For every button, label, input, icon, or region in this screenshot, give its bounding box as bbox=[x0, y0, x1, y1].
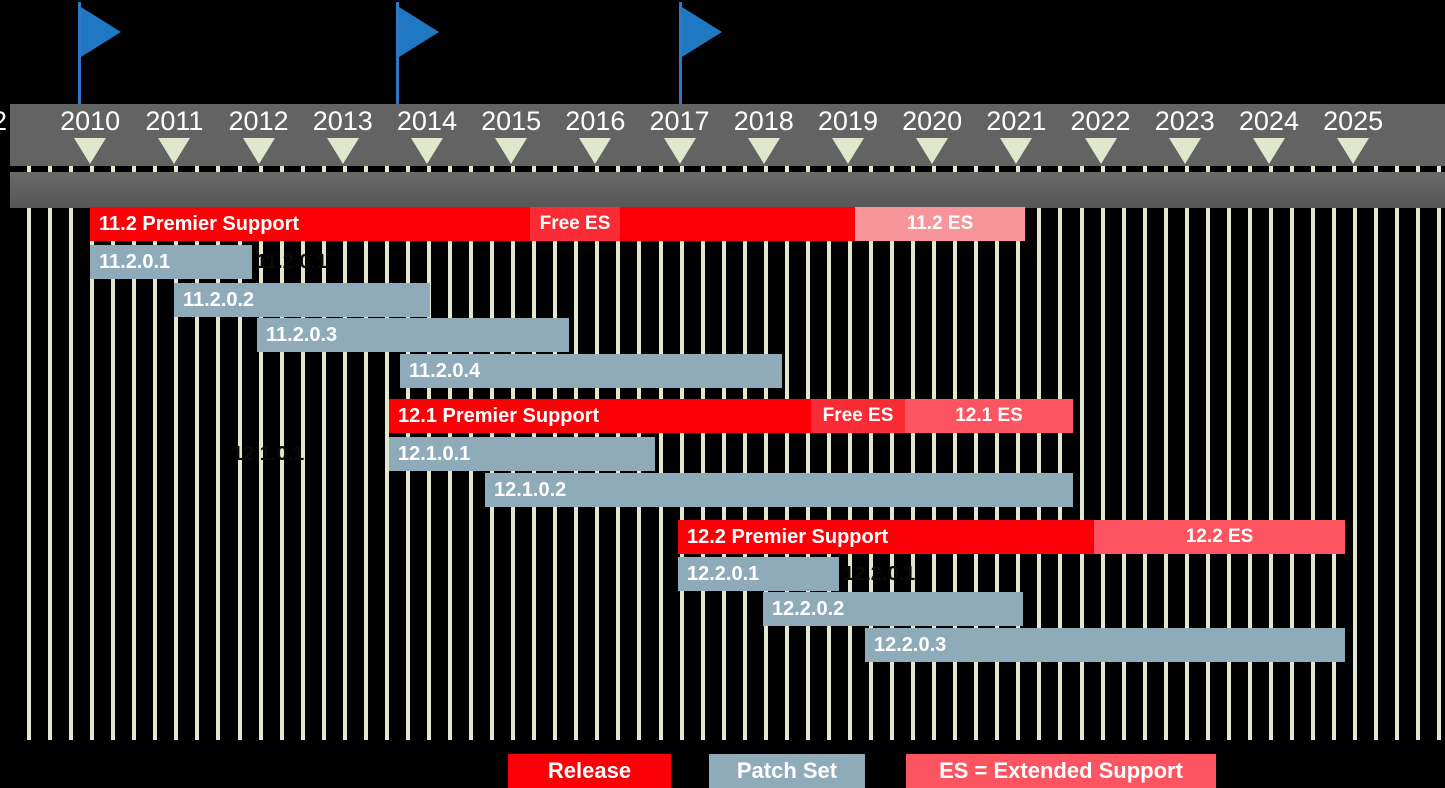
year-marker-triangle bbox=[74, 138, 107, 164]
bar-11-2-0-4[interactable]: 11.2.0.4 bbox=[400, 354, 782, 388]
year-label-2015: 2015 bbox=[481, 106, 542, 136]
year-marker-triangle bbox=[158, 138, 191, 164]
gridline-quarter bbox=[784, 166, 789, 740]
gridline-quarter bbox=[1416, 166, 1421, 740]
bar-label-12-2-0-3: 12.2.0.3 bbox=[874, 634, 947, 656]
bar-label-11-2-0-3: 11.2.0.3 bbox=[266, 324, 338, 346]
flag-icon bbox=[81, 7, 121, 57]
bar-12-2-0-3[interactable]: 12.2.0.3 bbox=[865, 628, 1345, 662]
bar-12-1-0-1[interactable]: 12.1.0.1 bbox=[389, 437, 655, 471]
bar-12-1-premier-support[interactable]: 12.1 Premier Support Free ES 12.1 ES bbox=[389, 399, 1073, 433]
legend-item-release: Release bbox=[508, 754, 671, 788]
gridline-quarter bbox=[742, 166, 747, 740]
gridline-quarter bbox=[342, 166, 347, 740]
gridline-quarter bbox=[658, 166, 663, 740]
bar-12-1-0-2[interactable]: 12.1.0.2 bbox=[485, 473, 1073, 507]
year-label-2017: 2017 bbox=[649, 106, 710, 136]
bar-label-12-2-0-1: 12.2.0.1 bbox=[687, 563, 760, 585]
segment-11-2-free-es: Free ES bbox=[530, 207, 620, 241]
year-marker-triangle bbox=[663, 138, 696, 164]
bar-12-2-premier-support[interactable]: 12.2 Premier Support 12.2 ES bbox=[678, 520, 1345, 554]
gridline-quarter bbox=[700, 166, 705, 740]
legend-item-patch-set: Patch Set bbox=[709, 754, 865, 788]
year-label-2024: 2024 bbox=[1238, 106, 1299, 136]
year-label-2021: 2021 bbox=[986, 106, 1047, 136]
bar-label-12-2-premier-support: 12.2 Premier Support bbox=[687, 526, 889, 548]
bar-11-2-0-2[interactable]: 11.2.0.2 bbox=[174, 283, 430, 317]
gridline-quarter bbox=[1395, 166, 1400, 740]
gridline-quarter bbox=[1353, 166, 1358, 740]
year-marker-triangle bbox=[1000, 138, 1033, 164]
gridline-quarter bbox=[48, 166, 53, 740]
bar-label-12-2-0-2: 12.2.0.2 bbox=[772, 598, 845, 620]
year-marker-triangle bbox=[1084, 138, 1117, 164]
year-label-2020: 2020 bbox=[902, 106, 963, 136]
bar-12-2-0-2[interactable]: 12.2.0.2 bbox=[763, 592, 1023, 626]
year-marker-triangle bbox=[242, 138, 275, 164]
year-label-2014: 2014 bbox=[396, 106, 457, 136]
year-marker-triangle bbox=[1252, 138, 1285, 164]
ghost-label-11-2-0-1: 11.2.0.1 bbox=[256, 251, 328, 273]
gridline-quarter bbox=[721, 166, 726, 740]
segment-11-2-es: 11.2 ES bbox=[855, 207, 1025, 241]
year-marker-triangle bbox=[1168, 138, 1201, 164]
bar-label-11-2-0-1: 11.2.0.1 bbox=[99, 251, 171, 273]
year-label-2019: 2019 bbox=[817, 106, 878, 136]
gridline-quarter bbox=[1374, 166, 1379, 740]
bar-label-12-1-premier-support: 12.1 Premier Support bbox=[398, 405, 600, 427]
bar-label-12-1-0-1: 12.1.0.1 bbox=[398, 443, 471, 465]
gridline-quarter bbox=[69, 166, 74, 740]
year-label-2022: 2022 bbox=[1070, 106, 1131, 136]
year-marker-triangle bbox=[831, 138, 864, 164]
year-label-2011: 2011 bbox=[145, 106, 204, 136]
bar-12-2-0-1[interactable]: 12.2.0.1 bbox=[678, 557, 839, 591]
gridline-quarter bbox=[763, 166, 768, 740]
bar-label-11-2-0-4: 11.2.0.4 bbox=[409, 360, 481, 382]
year-marker-triangle bbox=[579, 138, 612, 164]
gridline-quarter bbox=[363, 166, 368, 740]
segment-12-2-es: 12.2 ES bbox=[1094, 520, 1345, 554]
gridline-quarter bbox=[805, 166, 810, 740]
year-label-2012: 2012 bbox=[228, 106, 289, 136]
bar-label-11-2-premier-support: 11.2 Premier Support bbox=[99, 213, 300, 235]
year-label-2018: 2018 bbox=[733, 106, 794, 136]
ghost-label-12-2-0-1: 12.2.0.1 bbox=[843, 563, 916, 585]
bar-11-2-0-3[interactable]: 11.2.0.3 bbox=[257, 318, 569, 352]
bar-label-11-2-0-2: 11.2.0.2 bbox=[183, 289, 255, 311]
flag-icon bbox=[682, 7, 722, 57]
year-marker-triangle bbox=[747, 138, 780, 164]
legend-item-extended-support: ES = Extended Support bbox=[906, 754, 1216, 788]
legend: Release Patch Set ES = Extended Support bbox=[0, 754, 1445, 788]
year-label-2010: 2010 bbox=[60, 106, 121, 136]
ghost-label-12-1-0-1: 12.1.0.1 bbox=[232, 443, 305, 465]
year-marker-triangle bbox=[410, 138, 443, 164]
segment-12-1-free-es: Free ES bbox=[811, 399, 905, 433]
gridline-quarter bbox=[27, 166, 31, 740]
gridline-quarter bbox=[679, 166, 684, 740]
year-label-2023: 2023 bbox=[1154, 106, 1215, 136]
flag-icon bbox=[399, 7, 439, 57]
year-marker-triangle bbox=[495, 138, 528, 164]
bar-11-2-0-1[interactable]: 11.2.0.1 bbox=[90, 245, 252, 279]
gridline-quarter bbox=[847, 166, 852, 740]
segment-12-1-es: 12.1 ES bbox=[905, 399, 1073, 433]
year-marker-triangle bbox=[326, 138, 359, 164]
bar-label-12-1-0-2: 12.1.0.2 bbox=[494, 479, 567, 501]
year-label-2016: 2016 bbox=[565, 106, 626, 136]
quarter-band bbox=[10, 172, 1445, 208]
year-ruler: 2010 2011 2012 2013 2014 2015 2016 2017 2018 2019… bbox=[10, 104, 1445, 166]
gantt-chart-canvas: 2 20102011201220132014201520162017201820… bbox=[0, 0, 1445, 788]
year-label-2025: 2025 bbox=[1323, 106, 1384, 136]
year-marker-triangle bbox=[916, 138, 949, 164]
bar-11-2-premier-support[interactable]: 11.2 Premier Support Free ES 11.2 ES bbox=[90, 207, 1025, 241]
year-label-2013: 2013 bbox=[312, 106, 373, 136]
gridline-quarter bbox=[1437, 166, 1442, 740]
ruler-edge-year-label: 2 bbox=[0, 102, 7, 140]
year-marker-triangle bbox=[1337, 138, 1370, 164]
gridline-quarter bbox=[826, 166, 831, 740]
